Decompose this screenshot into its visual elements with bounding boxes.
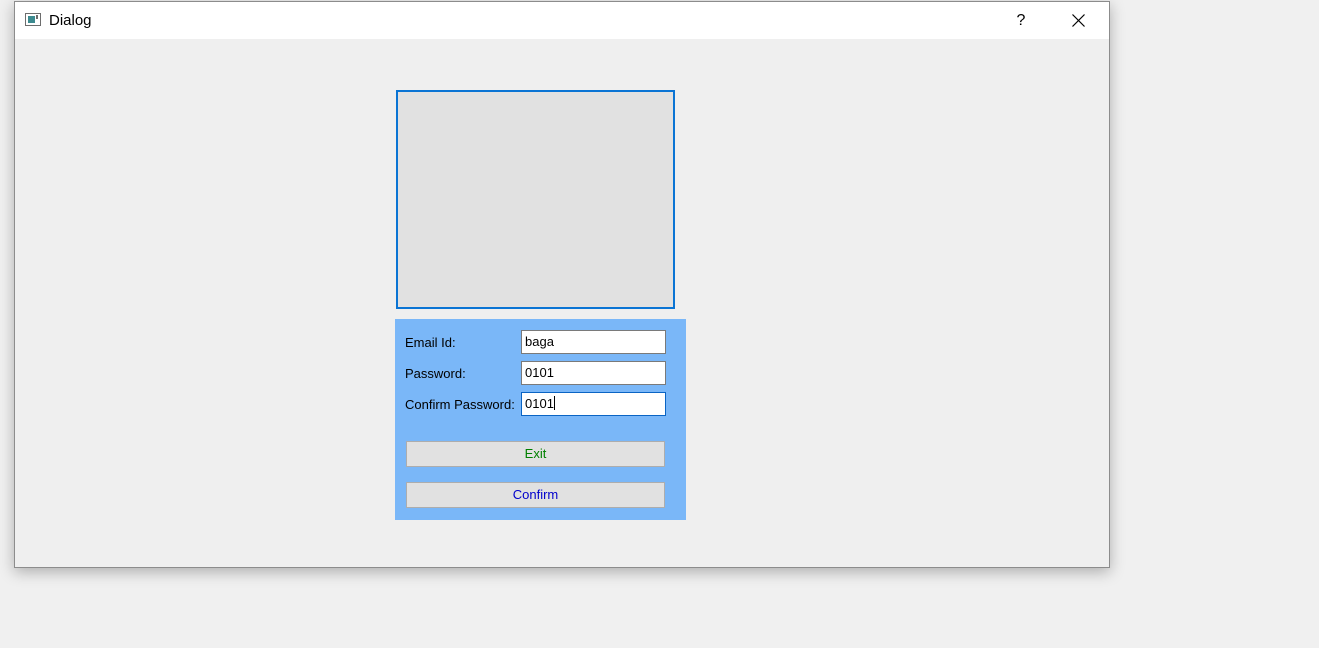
app-window-icon	[25, 13, 41, 26]
help-button[interactable]: ?	[1005, 4, 1037, 37]
text-caret	[553, 396, 555, 410]
email-label: Email Id:	[405, 335, 456, 350]
password-label: Password:	[405, 366, 466, 381]
confirm-password-label: Confirm Password:	[405, 397, 515, 412]
confirm-password-field[interactable]: 0101	[521, 392, 666, 416]
window-title: Dialog	[49, 12, 92, 29]
title-bar[interactable]: Dialog ?	[15, 2, 1109, 39]
close-icon	[1072, 14, 1085, 27]
email-value: baga	[525, 334, 554, 349]
form-panel: Email Id: baga Password: 0101 Confirm Pa…	[395, 319, 686, 520]
confirm-password-value: 0101	[525, 396, 554, 411]
password-field[interactable]: 0101	[521, 361, 666, 385]
password-value: 0101	[525, 365, 554, 380]
exit-button[interactable]: Exit	[406, 441, 665, 467]
image-frame	[396, 90, 675, 309]
close-button[interactable]	[1061, 4, 1095, 37]
email-field[interactable]: baga	[521, 330, 666, 354]
dialog-window: Dialog ? Email Id: baga Password: 0101 C…	[14, 1, 1110, 568]
confirm-button[interactable]: Confirm	[406, 482, 665, 508]
